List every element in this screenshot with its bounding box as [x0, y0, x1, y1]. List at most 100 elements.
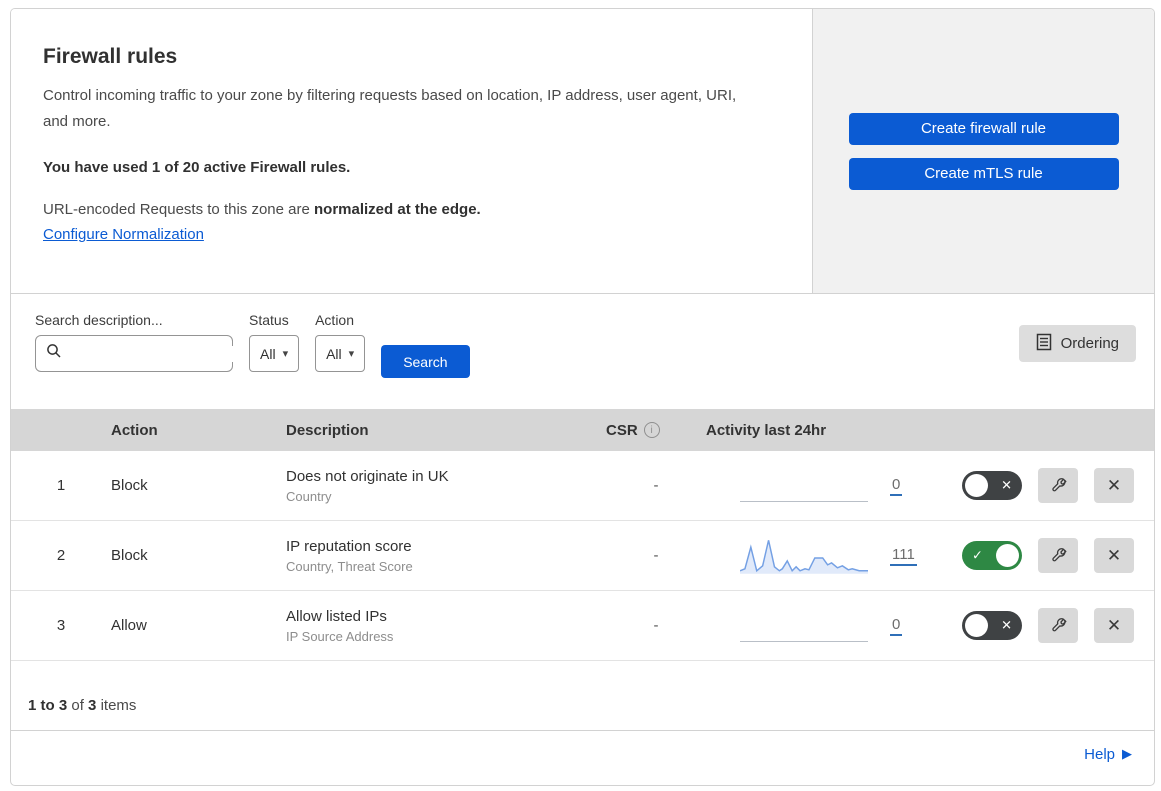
rule-csr-value: -: [653, 617, 659, 634]
normalization-prefix: URL-encoded Requests to this zone are: [43, 201, 314, 218]
delete-rule-button[interactable]: ✕: [1094, 608, 1134, 643]
edit-rule-button[interactable]: [1038, 468, 1078, 503]
chevron-down-icon: ▾: [348, 348, 355, 360]
rule-description-cell: Allow listed IPs IP Source Address: [286, 608, 606, 644]
wrench-icon: [1049, 545, 1068, 567]
activity-sparkline: [740, 608, 868, 644]
rule-priority: 2: [56, 547, 66, 564]
table-row: 3 Allow Allow listed IPs IP Source Addre…: [11, 591, 1154, 661]
create-firewall-rule-button[interactable]: Create firewall rule: [848, 112, 1119, 145]
delete-rule-button[interactable]: ✕: [1094, 538, 1134, 573]
pagination-total: 3: [88, 697, 97, 714]
activity-sparkline: [740, 538, 868, 574]
pagination-items: items: [100, 697, 137, 714]
search-input[interactable]: [70, 345, 251, 362]
col-csr-label: CSR: [606, 421, 638, 439]
cross-icon: ✕: [1001, 477, 1012, 493]
wrench-icon: [1049, 615, 1068, 637]
edit-rule-button[interactable]: [1038, 538, 1078, 573]
page-description: Control incoming traffic to your zone by…: [43, 87, 737, 130]
rule-description-cell: IP reputation score Country, Threat Scor…: [286, 538, 606, 574]
toggle-knob: [996, 544, 1019, 567]
activity-sparkline: [740, 468, 868, 504]
rule-activity-cell: 111: [706, 538, 942, 574]
status-select[interactable]: All ▾: [249, 335, 300, 372]
close-icon: ✕: [1106, 616, 1122, 635]
normalization-note: URL-encoded Requests to this zone are no…: [43, 201, 772, 218]
cross-icon: ✕: [1001, 617, 1012, 633]
col-action-header: Action: [111, 421, 158, 439]
rule-controls: ✓ ✕ ✕: [942, 468, 1154, 503]
ordering-button[interactable]: Ordering: [1018, 325, 1136, 362]
pagination-of: of: [71, 697, 84, 714]
ordering-button-label: Ordering: [1060, 335, 1119, 352]
header-text-panel: Firewall rules Control incoming traffic …: [11, 9, 813, 293]
search-input-wrapper[interactable]: [35, 335, 251, 372]
activity-count-link[interactable]: 0: [890, 616, 903, 636]
rule-criteria: IP Source Address: [286, 628, 394, 644]
pagination-range: 1 to 3: [28, 697, 68, 714]
col-activity-header: Activity last 24hr: [706, 421, 827, 439]
delete-rule-button[interactable]: ✕: [1094, 468, 1134, 503]
rule-csr-value: -: [653, 477, 659, 494]
info-icon[interactable]: i: [643, 422, 660, 438]
table-row: 1 Block Does not originate in UK Country…: [11, 451, 1154, 521]
toggle-knob: [965, 474, 988, 497]
normalization-bold: normalized at the edge.: [314, 201, 481, 218]
rule-criteria: Country, Threat Score: [286, 558, 413, 574]
close-icon: ✕: [1106, 546, 1122, 565]
rule-enabled-toggle[interactable]: ✓ ✕: [962, 611, 1022, 640]
rule-description[interactable]: IP reputation score: [286, 538, 606, 555]
rule-enabled-toggle[interactable]: ✓ ✕: [962, 471, 1022, 500]
col-csr-header: CSR i: [606, 422, 706, 439]
list-icon: [1036, 333, 1052, 355]
search-button[interactable]: Search: [381, 345, 470, 378]
filter-bar: Search description... Status All ▾ Actio…: [11, 294, 1154, 409]
configure-normalization-link[interactable]: Configure Normalization: [43, 226, 204, 243]
rule-action: Allow: [111, 617, 147, 634]
activity-count-link[interactable]: 0: [890, 476, 903, 496]
action-select[interactable]: All ▾: [315, 335, 366, 372]
search-icon: [46, 343, 62, 364]
action-panel: Create firewall rule Create mTLS rule: [813, 9, 1154, 293]
rule-action: Block: [111, 547, 148, 564]
table-row: 2 Block IP reputation score Country, Thr…: [11, 521, 1154, 591]
rule-priority: 1: [56, 477, 66, 494]
chevron-right-icon: ▶: [1122, 746, 1132, 761]
activity-count-link[interactable]: 111: [890, 546, 917, 566]
header-section: Firewall rules Control incoming traffic …: [11, 9, 1154, 294]
search-button-group: Search: [381, 312, 470, 378]
rule-description-cell: Does not originate in UK Country: [286, 468, 606, 504]
rule-description[interactable]: Does not originate in UK: [286, 468, 606, 485]
rule-controls: ✓ ✕ ✕: [942, 538, 1154, 573]
page-title: Firewall rules: [43, 45, 178, 68]
chevron-down-icon: ▾: [282, 348, 289, 360]
close-icon: ✕: [1106, 476, 1122, 495]
rule-controls: ✓ ✕ ✕: [942, 608, 1154, 643]
action-group: Action All ▾: [315, 312, 366, 372]
rule-activity-cell: 0: [706, 468, 942, 504]
help-section: Help ▶: [11, 730, 1154, 777]
rule-criteria: Country: [286, 488, 332, 504]
rule-activity-cell: 0: [706, 608, 942, 644]
rule-csr-value: -: [653, 547, 659, 564]
status-group: Status All ▾: [249, 312, 300, 372]
wrench-icon: [1049, 475, 1068, 497]
toggle-knob: [965, 614, 988, 637]
col-description-header: Description: [286, 421, 369, 439]
search-group: Search description...: [35, 312, 251, 372]
firewall-rules-card: Firewall rules Control incoming traffic …: [10, 8, 1155, 786]
edit-rule-button[interactable]: [1038, 608, 1078, 643]
help-link[interactable]: Help ▶: [1084, 746, 1132, 763]
rule-enabled-toggle[interactable]: ✓ ✕: [962, 541, 1022, 570]
usage-summary: You have used 1 of 20 active Firewall ru…: [43, 159, 351, 176]
rule-description[interactable]: Allow listed IPs: [286, 608, 606, 625]
help-link-label: Help: [1084, 745, 1115, 763]
table-header: Action Description CSR i Activity last 2…: [11, 409, 1154, 451]
pagination-summary: 1 to 3 of 3 items: [11, 661, 1154, 730]
search-label: Search description...: [35, 312, 163, 328]
create-mtls-rule-button[interactable]: Create mTLS rule: [848, 157, 1119, 190]
rule-action: Block: [111, 477, 148, 494]
status-label: Status: [249, 312, 289, 328]
check-icon: ✓: [972, 547, 983, 563]
